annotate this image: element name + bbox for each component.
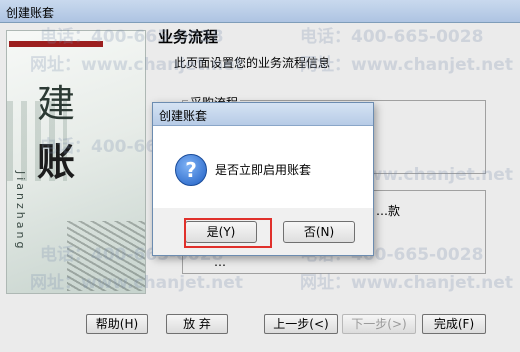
decorative-side-panel: 建 账 Jianzhang	[6, 30, 146, 294]
finish-button[interactable]: 完成(F)	[422, 314, 486, 334]
red-accent-bar	[9, 41, 103, 47]
dialog-message: 是否立即启用账套	[215, 163, 312, 177]
help-button[interactable]: 帮助(H)	[86, 314, 148, 334]
watermark-phone-2: 电话：400-665-0028	[300, 27, 484, 47]
create-account-window: 创建账套 建 账 Jianzhang 业务流程 此页面设置您的业务流程信息 采购…	[0, 0, 520, 352]
yes-button-highlight	[184, 218, 272, 248]
decor-hatching	[67, 221, 145, 291]
watermark-url-2: 网址：www.chanjet.net	[300, 55, 513, 75]
dialog-body: ? 是否立即启用账套	[153, 126, 373, 208]
no-button[interactable]: 否(N)	[283, 221, 355, 243]
dialog-titlebar: 创建账套	[153, 103, 373, 126]
abandon-button[interactable]: 放 弃	[166, 314, 228, 334]
prev-button[interactable]: 上一步(<)	[264, 314, 338, 334]
window-title: 创建账套	[6, 6, 55, 20]
page-subtitle: 此页面设置您的业务流程信息	[174, 56, 331, 70]
dialog-title: 创建账套	[159, 109, 208, 123]
page-title: 业务流程	[158, 28, 219, 46]
second-flow-row: …	[214, 255, 226, 269]
next-button: 下一步(>)	[342, 314, 416, 334]
window-titlebar: 创建账套	[0, 0, 520, 23]
second-flow-label: …款	[374, 202, 403, 219]
jian-character: 建	[37, 82, 76, 126]
zhang-character: 账	[37, 139, 76, 184]
question-icon: ?	[175, 154, 207, 186]
vertical-pinyin: Jianzhang	[14, 171, 27, 252]
